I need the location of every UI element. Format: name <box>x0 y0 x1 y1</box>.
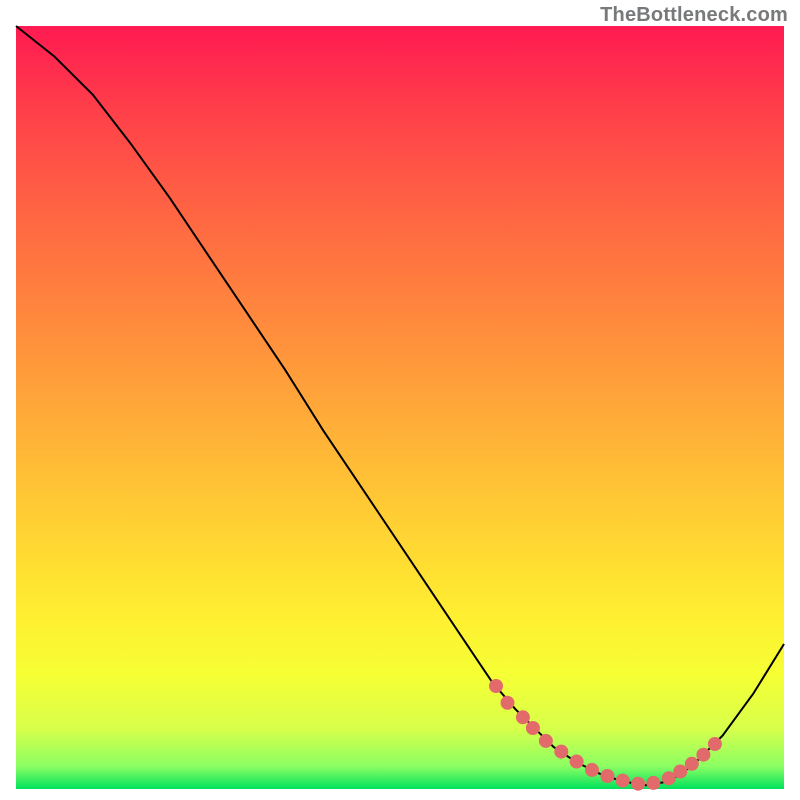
optimal-marker <box>696 748 710 762</box>
optimal-marker <box>526 721 540 735</box>
optimal-marker <box>646 776 660 790</box>
attribution-label: TheBottleneck.com <box>600 4 788 27</box>
optimal-marker <box>616 774 630 788</box>
optimal-marker <box>570 755 584 769</box>
optimal-marker <box>516 710 530 724</box>
optimal-marker <box>501 696 515 710</box>
gradient-background <box>16 26 784 789</box>
optimal-marker <box>631 777 645 791</box>
optimal-marker <box>554 745 568 759</box>
optimal-marker <box>489 679 503 693</box>
optimal-marker <box>708 737 722 751</box>
optimal-marker <box>673 765 687 779</box>
optimal-marker <box>685 757 699 771</box>
optimal-marker <box>600 769 614 783</box>
chart-container: TheBottleneck.com <box>0 0 800 800</box>
optimal-marker <box>585 763 599 777</box>
optimal-marker <box>539 734 553 748</box>
chart-svg <box>0 0 800 800</box>
